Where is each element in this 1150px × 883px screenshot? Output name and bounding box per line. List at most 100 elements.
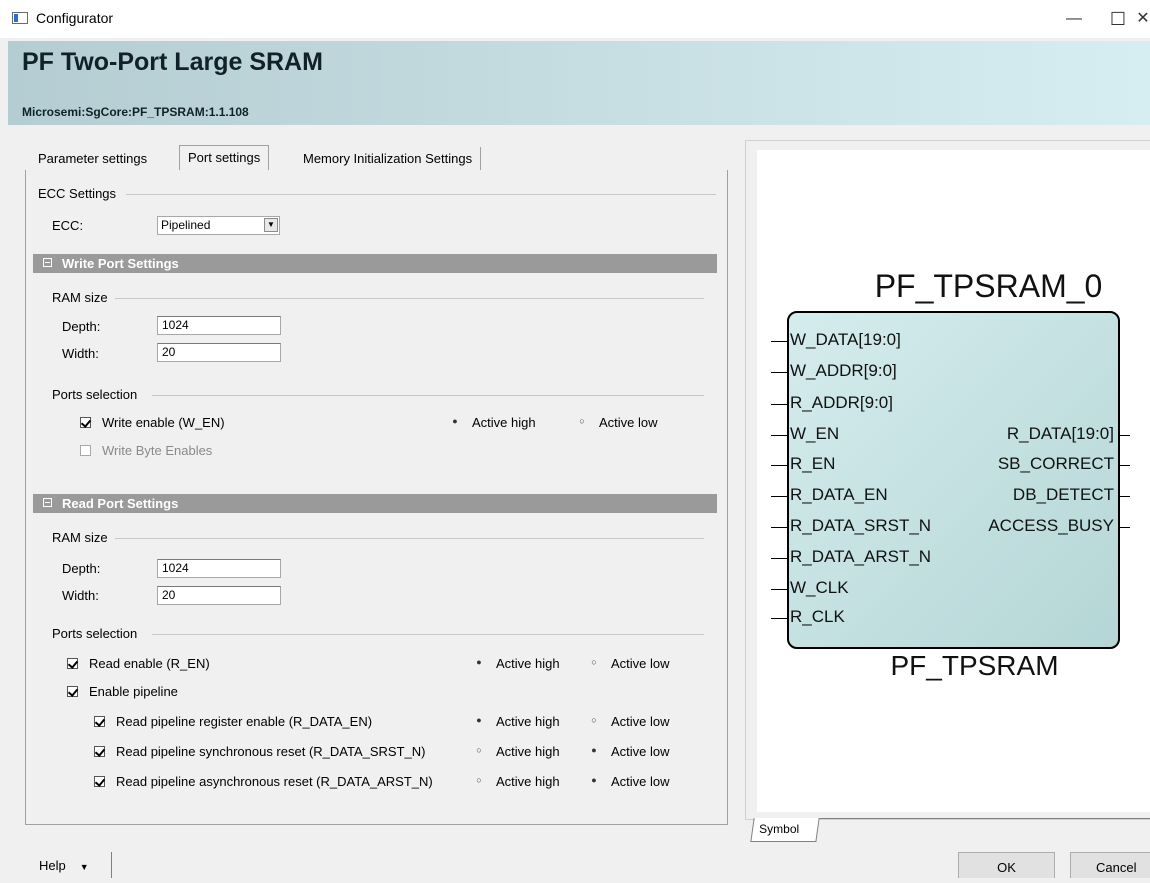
input-pin-w-addr: W_ADDR[9:0] — [790, 361, 897, 380]
write-enable-active-low-radio[interactable]: ○ — [577, 416, 587, 426]
symbol-component-name: PF_TPSRAM — [890, 650, 1059, 681]
r-data-en-active-low-radio[interactable]: ○ — [589, 715, 599, 725]
width-label: Width: — [62, 588, 99, 603]
ecc-select[interactable]: Pipelined — [157, 216, 280, 235]
r-data-arst-n-label: Read pipeline asynchronous reset (R_DATA… — [116, 774, 433, 789]
divider — [126, 194, 716, 195]
maximize-button[interactable]: ☐ — [1098, 6, 1138, 32]
output-pin-db-detect: DB_DETECT — [1012, 485, 1114, 504]
write-port-section-header[interactable]: Write Port Settings — [33, 254, 717, 273]
tab-port-settings[interactable]: Port settings — [179, 145, 270, 171]
help-label: Help — [39, 858, 66, 873]
write-byte-enables-label: Write Byte Enables — [102, 443, 213, 458]
read-enable-checkbox[interactable] — [67, 658, 78, 669]
pin-line — [771, 558, 787, 559]
write-enable-label: Write enable (W_EN) — [102, 415, 225, 430]
pin-line — [771, 341, 787, 342]
caret-down-icon[interactable]: ▼ — [80, 862, 89, 872]
pin-line — [771, 404, 787, 405]
enable-pipeline-label: Enable pipeline — [89, 684, 178, 699]
title-bar — [0, 0, 1150, 38]
ram-size-label: RAM size — [52, 290, 108, 305]
write-enable-checkbox[interactable] — [80, 417, 91, 428]
divider — [115, 538, 704, 539]
active-low-label: Active low — [611, 744, 670, 759]
pin-line — [771, 618, 787, 619]
input-pin-w-en: W_EN — [790, 424, 840, 443]
output-pin-access-busy: ACCESS_BUSY — [988, 516, 1114, 535]
r-data-arst-n-active-low-radio[interactable]: ● — [589, 775, 599, 785]
r-data-en-active-high-radio[interactable]: ● — [474, 715, 484, 725]
tab-symbol-label: Symbol — [759, 822, 800, 836]
active-low-label: Active low — [611, 714, 670, 729]
r-data-srst-n-checkbox[interactable] — [94, 746, 105, 757]
r-data-srst-n-active-low-radio[interactable]: ● — [589, 745, 599, 755]
active-high-label: Active high — [496, 714, 560, 729]
ok-button[interactable]: OK — [958, 852, 1055, 878]
cancel-button[interactable]: Cancel — [1070, 852, 1150, 878]
tab-strip-line — [818, 818, 1150, 819]
enable-pipeline-checkbox[interactable] — [67, 686, 78, 697]
input-pin-r-data-en: R_DATA_EN — [790, 485, 888, 504]
active-low-label: Active low — [611, 774, 670, 789]
divider — [152, 634, 704, 635]
window-title: Configurator — [36, 10, 114, 26]
help-button[interactable]: Help ▼ — [14, 852, 112, 878]
input-pin-r-clk: R_CLK — [790, 607, 845, 626]
pin-line — [771, 372, 787, 373]
header-banner: PF Two-Port Large SRAM Microsemi:SgCore:… — [8, 41, 1150, 125]
read-enable-active-low-radio[interactable]: ○ — [589, 657, 599, 667]
width-label: Width: — [62, 346, 99, 361]
depth-label: Depth: — [62, 319, 101, 334]
ports-selection-label: Ports selection — [52, 626, 138, 641]
input-pin-w-data: W_DATA[19:0] — [790, 330, 901, 349]
tab-parameter-settings[interactable]: Parameter settings — [30, 147, 155, 171]
write-depth-input[interactable]: 1024 — [157, 316, 281, 335]
minimize-button[interactable]: — — [1054, 6, 1094, 32]
read-port-section-header[interactable]: Read Port Settings — [33, 494, 717, 513]
read-depth-input[interactable]: 1024 — [157, 559, 281, 578]
pin-line — [771, 465, 787, 466]
r-data-en-checkbox[interactable] — [94, 716, 105, 727]
divider — [152, 395, 704, 396]
depth-label: Depth: — [62, 561, 101, 576]
r-data-arst-n-checkbox[interactable] — [94, 776, 105, 787]
write-width-input[interactable]: 20 — [157, 343, 281, 362]
read-enable-active-high-radio[interactable]: ● — [474, 657, 484, 667]
input-pin-w-clk: W_CLK — [790, 578, 849, 597]
pin-line — [1120, 496, 1130, 497]
ports-selection-label: Ports selection — [52, 387, 138, 402]
core-vlnv: Microsemi:SgCore:PF_TPSRAM:1.1.108 — [22, 105, 249, 119]
read-port-section-title: Read Port Settings — [62, 496, 179, 511]
write-enable-active-high-radio[interactable]: ● — [450, 416, 460, 426]
symbol-instance-name: PF_TPSRAM_0 — [874, 268, 1103, 304]
input-pin-r-data-arst-n: R_DATA_ARST_N — [790, 547, 932, 566]
input-pin-r-addr: R_ADDR[9:0] — [790, 393, 893, 412]
app-icon — [12, 12, 28, 24]
input-pin-r-data-srst-n: R_DATA_SRST_N — [790, 516, 932, 535]
pin-line — [1120, 435, 1130, 436]
r-data-arst-n-active-high-radio[interactable]: ○ — [474, 775, 484, 785]
write-port-section-title: Write Port Settings — [62, 256, 179, 271]
pin-line — [771, 589, 787, 590]
divider — [115, 298, 704, 299]
active-high-label: Active high — [496, 656, 560, 671]
ram-size-label: RAM size — [52, 530, 108, 545]
read-enable-label: Read enable (R_EN) — [89, 656, 210, 671]
input-pin-r-en: R_EN — [790, 454, 836, 473]
close-button[interactable]: ✕ — [1136, 6, 1150, 32]
collapse-icon[interactable] — [43, 498, 52, 507]
read-width-input[interactable]: 20 — [157, 586, 281, 605]
collapse-icon[interactable] — [43, 258, 52, 267]
r-data-srst-n-label: Read pipeline synchronous reset (R_DATA_… — [116, 744, 426, 759]
tab-memory-initialization-settings[interactable]: Memory Initialization Settings — [295, 147, 482, 171]
write-byte-enables-checkbox[interactable] — [80, 445, 91, 456]
ecc-group-label: ECC Settings — [38, 186, 117, 201]
chevron-down-icon[interactable]: ▼ — [264, 218, 278, 232]
ecc-field-label: ECC: — [52, 218, 84, 233]
output-pin-sb-correct: SB_CORRECT — [997, 454, 1114, 473]
core-title: PF Two-Port Large SRAM — [22, 48, 323, 76]
r-data-srst-n-active-high-radio[interactable]: ○ — [474, 745, 484, 755]
tab-symbol[interactable]: Symbol — [750, 818, 820, 842]
active-low-label: Active low — [611, 656, 670, 671]
